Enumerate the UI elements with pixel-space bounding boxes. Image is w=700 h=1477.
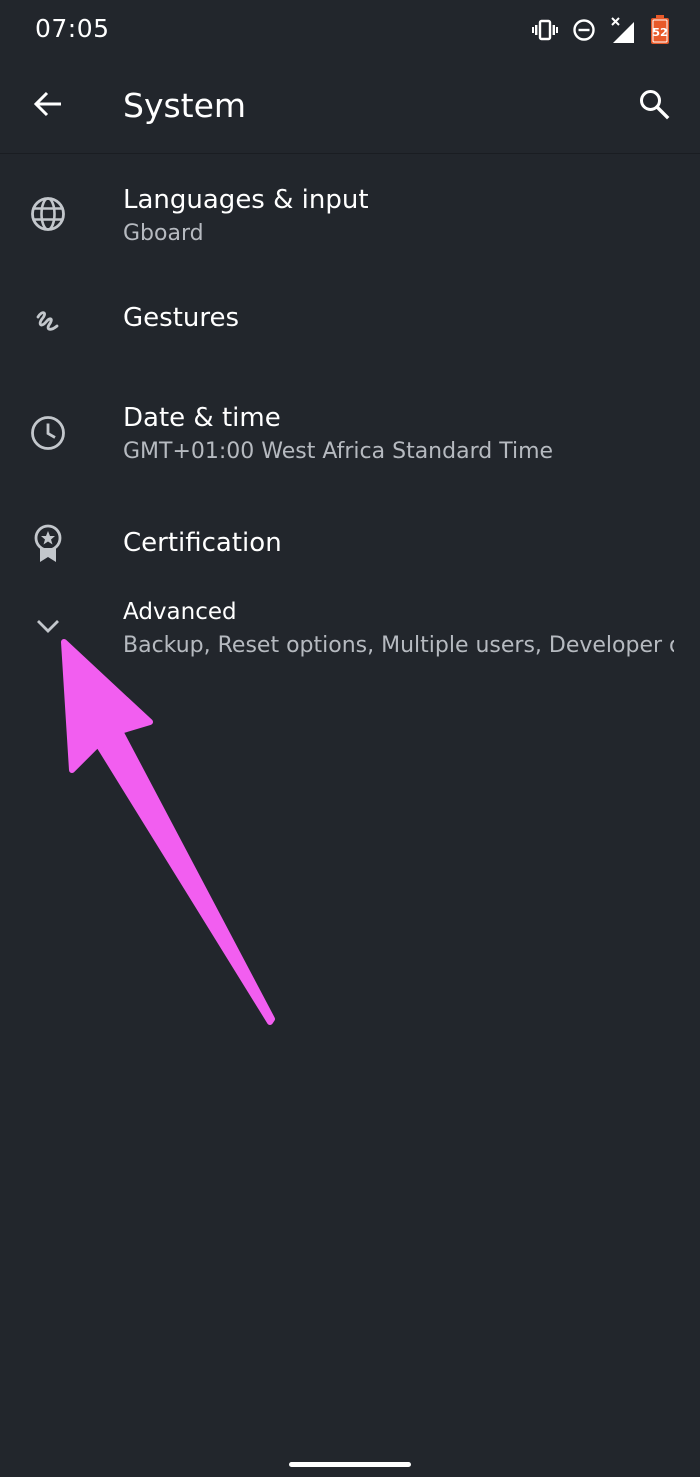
status-bar: 07:05 52 bbox=[0, 0, 700, 60]
gestures-item[interactable]: Gestures bbox=[0, 264, 700, 372]
item-summary: GMT+01:00 West Africa Standard Time bbox=[123, 439, 554, 464]
gesture-icon bbox=[28, 302, 68, 342]
item-title: Advanced bbox=[123, 599, 237, 625]
item-title: Date & time bbox=[123, 403, 281, 433]
settings-list: Languages & input Gboard Gestures Date &… bbox=[0, 154, 700, 692]
battery-icon: 52 bbox=[650, 15, 670, 45]
search-icon bbox=[638, 88, 670, 125]
back-button[interactable] bbox=[28, 86, 68, 126]
chevron-down-icon[interactable] bbox=[28, 606, 68, 646]
item-title: Certification bbox=[123, 528, 282, 558]
languages-input-item[interactable]: Languages & input Gboard bbox=[0, 154, 700, 264]
item-title: Gestures bbox=[123, 303, 240, 333]
app-bar: System bbox=[0, 60, 700, 154]
certification-icon bbox=[28, 524, 68, 564]
clock-icon bbox=[28, 413, 68, 453]
arrow-back-icon bbox=[33, 90, 63, 123]
system-settings-screen: 07:05 52 System Languages & input Gboard… bbox=[0, 0, 700, 1477]
item-title: Languages & input bbox=[123, 185, 369, 215]
status-time: 07:05 bbox=[35, 14, 110, 43]
do-not-disturb-icon bbox=[572, 18, 596, 42]
item-summary: Backup, Reset options, Multiple users, D… bbox=[123, 633, 674, 658]
date-time-item[interactable]: Date & time GMT+01:00 West Africa Standa… bbox=[0, 372, 700, 480]
gesture-nav-handle[interactable] bbox=[289, 1462, 411, 1467]
globe-icon bbox=[28, 194, 68, 234]
certification-item[interactable]: Certification bbox=[0, 480, 700, 582]
item-summary: Gboard bbox=[123, 221, 204, 246]
advanced-item[interactable]: Advanced Backup, Reset options, Multiple… bbox=[0, 582, 700, 692]
signal-icon bbox=[610, 16, 636, 44]
status-icons: 52 bbox=[532, 14, 670, 46]
search-button[interactable] bbox=[632, 84, 676, 128]
vibrate-icon bbox=[532, 19, 558, 41]
page-title: System bbox=[123, 86, 247, 125]
battery-level: 52 bbox=[652, 26, 667, 39]
